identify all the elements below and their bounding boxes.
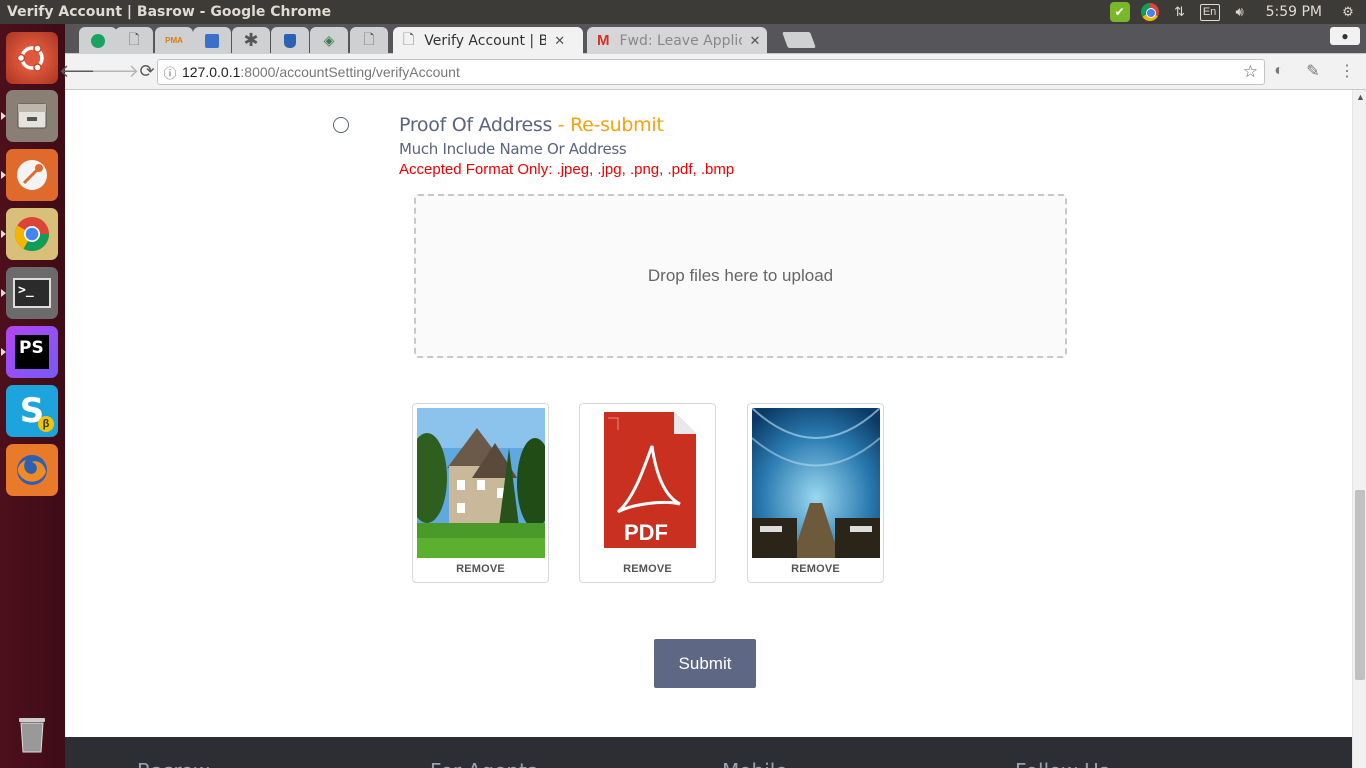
document-title: Proof Of Address - Re-submit (399, 114, 664, 136)
update-ok-icon[interactable]: ✔ (1109, 2, 1130, 22)
diamond-icon: ◈ (323, 32, 335, 48)
url-path: :8000/accountSetting/verifyAccount (240, 64, 460, 80)
document-name: Proof Of Address (399, 114, 553, 136)
submit-button[interactable]: Submit (654, 639, 756, 688)
page-viewport: Proof Of Address - Re-submit Much Includ… (65, 90, 1352, 768)
running-indicator (1, 348, 6, 356)
scrollbar-thumb[interactable] (1355, 490, 1365, 680)
terminal-icon[interactable]: >_ (6, 267, 58, 319)
house-photo (417, 408, 545, 558)
close-icon[interactable]: ✕ (750, 33, 761, 49)
tab-title: Verify Account | Basrow (424, 32, 547, 49)
profile-icon[interactable]: ● (1330, 27, 1360, 45)
remove-file-link[interactable]: REMOVE (413, 563, 548, 575)
clock[interactable]: 5:59 PM (1260, 4, 1328, 20)
tab-pinned-page-2[interactable]: 🗋 (350, 27, 388, 54)
remove-file-link[interactable]: REMOVE (748, 563, 883, 575)
skype-beta-icon[interactable]: S β (6, 385, 58, 437)
gmail-icon: M (597, 32, 610, 49)
window-title: Verify Account | Basrow - Google Chrome (7, 4, 332, 20)
tab-pinned-asterisk[interactable]: ✱ (232, 27, 270, 54)
tab-pinned-bucket[interactable] (271, 27, 309, 54)
pdf-file-icon: PDF (584, 408, 712, 558)
footer-heading: Basrow (137, 759, 210, 768)
tab-pinned-page[interactable]: 🗋 (115, 27, 153, 54)
page-scrollbar[interactable]: ▲ (1352, 90, 1366, 768)
remove-file-link[interactable]: REMOVE (580, 563, 715, 575)
phpstorm-icon[interactable]: PS (6, 326, 58, 378)
eyedropper-extension-icon[interactable]: ✎ (1302, 60, 1324, 82)
network-icon[interactable]: ⇅ (1170, 2, 1190, 22)
keyboard-layout-indicator[interactable]: En (1199, 3, 1220, 21)
tab-title: Fwd: Leave Application (619, 32, 742, 49)
tab-verify-account[interactable]: 🗋 Verify Account | Basrow ✕ (393, 27, 583, 54)
file-preview-card: PDF REMOVE (579, 403, 716, 583)
new-tab-button[interactable] (782, 32, 816, 48)
file-dropzone[interactable]: Drop files here to upload (414, 194, 1067, 358)
dropzone-message: Drop files here to upload (647, 266, 834, 285)
document-radio[interactable] (333, 117, 349, 133)
running-indicator (1, 289, 6, 297)
chrome-tray-icon[interactable] (1140, 2, 1160, 22)
file-preview-card: REMOVE (747, 403, 884, 583)
trash-icon[interactable] (6, 708, 58, 760)
browser-toolbar: 🡐 🡒 ⟳ ⓘ 127.0.0.1:8000/accountSetting/ve… (59, 54, 1366, 90)
firefox-icon[interactable] (6, 444, 58, 496)
tab-pinned-database[interactable] (193, 27, 231, 54)
info-icon[interactable]: ⓘ (158, 63, 182, 82)
running-indicator (1, 112, 6, 120)
running-indicator (1, 230, 6, 238)
settings-gear-icon[interactable]: ⚙ (1338, 2, 1358, 22)
files-icon[interactable] (6, 90, 58, 142)
site-footer: Basrow For Agents Mobile Follow Us (65, 737, 1352, 768)
page-icon: 🗋 (128, 30, 140, 47)
tab-gmail[interactable]: M Fwd: Leave Application ✕ (587, 27, 767, 54)
file-preview-card: REMOVE (412, 403, 549, 583)
underwater-restaurant-photo (752, 408, 880, 558)
footer-heading: For Agents (430, 759, 537, 768)
tab-pinned-diamond[interactable]: ◈ (310, 27, 348, 54)
extension-icon[interactable]: ◐ (1268, 60, 1290, 82)
forward-button[interactable]: 🡒 (91, 58, 139, 86)
database-icon (205, 33, 219, 48)
postman-icon[interactable] (6, 149, 58, 201)
bucket-icon (284, 33, 296, 48)
scroll-up-arrow-icon[interactable]: ▲ (1356, 92, 1365, 102)
footer-heading: Mobile (722, 759, 788, 768)
unity-launcher: >_ PS S β (0, 24, 65, 768)
pdf-label: PDF (624, 520, 668, 545)
address-bar[interactable]: ⓘ 127.0.0.1:8000/accountSetting/verifyAc… (157, 59, 1265, 85)
phpmyadmin-icon: PMA (165, 36, 183, 45)
bookmark-star-icon[interactable]: ☆ (1243, 62, 1258, 82)
close-icon[interactable]: ✕ (554, 33, 565, 49)
chrome-icon[interactable] (6, 208, 58, 260)
volume-icon[interactable]: 🔊︎ (1230, 2, 1250, 22)
page-icon: 🗋 (403, 30, 415, 47)
sheets-icon (91, 33, 105, 48)
tab-pinned-phpmyadmin[interactable]: PMA (155, 27, 193, 54)
asterisk-icon: ✱ (243, 30, 259, 50)
footer-heading: Follow Us (1015, 759, 1109, 768)
tab-pinned-sheets[interactable] (79, 27, 117, 54)
page-icon: 🗋 (363, 30, 375, 47)
accepted-formats-note: Accepted Format Only: .jpeg, .jpg, .png,… (399, 161, 735, 178)
ubuntu-dash-icon[interactable] (6, 32, 58, 84)
system-tray: ✔ ⇅ En 🔊︎ 5:59 PM ⚙ (1109, 0, 1366, 24)
url-host: 127.0.0.1 (182, 64, 241, 80)
status-badge: - Re-submit (552, 114, 664, 136)
document-subtitle: Much Include Name Or Address (399, 140, 627, 158)
tab-strip: 🗋 PMA ✱ ◈ 🗋 🗋 Verify Account | Basrow ✕ … (65, 24, 1366, 54)
os-top-panel: Verify Account | Basrow - Google Chrome … (0, 0, 1366, 24)
menu-icon[interactable]: ⋮ (1336, 60, 1358, 82)
running-indicator (1, 171, 6, 179)
